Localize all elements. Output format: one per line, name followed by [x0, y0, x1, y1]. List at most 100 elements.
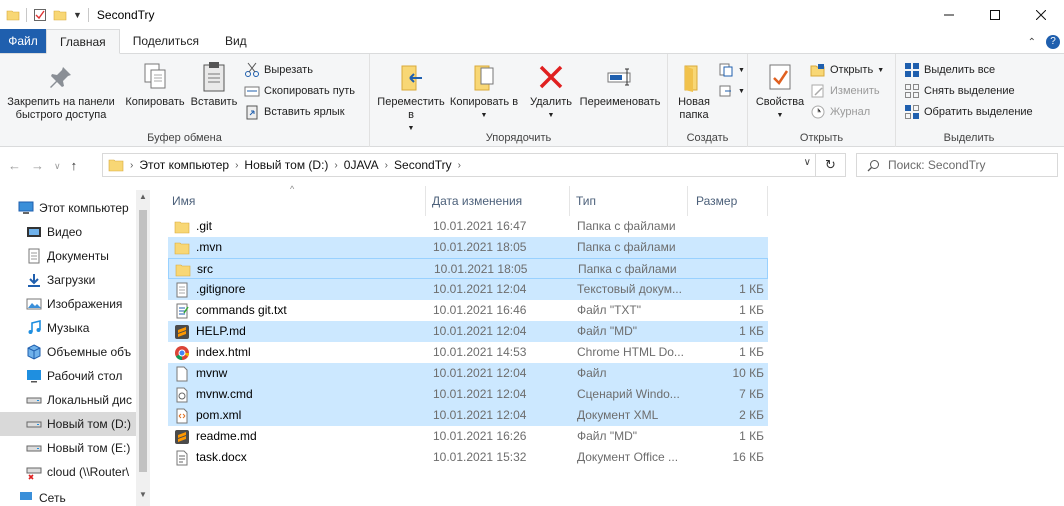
file-row[interactable]: readme.md 10.01.2021 16:26 Файл "MD" 1 КБ: [168, 426, 768, 447]
nav-item-drive-d[interactable]: Новый том (D:): [0, 412, 138, 436]
column-header-name[interactable]: Имя: [168, 186, 426, 216]
breadcrumb-separator-icon[interactable]: ›: [385, 160, 388, 171]
network-drive-icon: [26, 467, 42, 480]
edit-button[interactable]: Изменить: [810, 81, 880, 101]
file-row[interactable]: index.html 10.01.2021 14:53 Chrome HTML Do…: [168, 342, 768, 363]
easy-access-button[interactable]: ▼: [718, 81, 745, 101]
file-row[interactable]: HELP.md 10.01.2021 12:04 Файл "MD" 1 КБ: [168, 321, 768, 342]
copy-path-button[interactable]: Скопировать путь: [244, 81, 355, 101]
select-all-button[interactable]: Выделить все: [904, 60, 995, 80]
minimize-button[interactable]: [926, 0, 972, 30]
new-item-button[interactable]: ▼: [718, 60, 745, 80]
breadcrumb-this-pc[interactable]: Этот компьютер: [139, 158, 229, 172]
up-arrow-icon[interactable]: ↑: [71, 158, 78, 173]
music-icon: [28, 320, 41, 334]
chevron-down-icon[interactable]: ▼: [73, 10, 82, 20]
tab-share[interactable]: Поделиться: [120, 29, 212, 53]
file-row[interactable]: .git 10.01.2021 16:47 Папка с файлами: [168, 216, 768, 237]
file-row[interactable]: pom.xml 10.01.2021 12:04 Документ XML 2 КБ: [168, 405, 768, 426]
invert-selection-icon: [905, 105, 919, 119]
properties-check-icon: [769, 64, 791, 90]
nav-item-cloud[interactable]: cloud (\\Router\: [0, 460, 138, 484]
select-none-button[interactable]: Снять выделение: [904, 81, 1015, 101]
properties-button[interactable]: Свойства ▼: [752, 60, 808, 122]
scroll-up-icon[interactable]: ▲: [136, 192, 150, 201]
paste-shortcut-button[interactable]: Вставить ярлык: [244, 102, 345, 122]
breadcrumb-0java[interactable]: 0JAVA: [344, 158, 379, 172]
file-row[interactable]: mvnw 10.01.2021 12:04 Файл 10 КБ: [168, 363, 768, 384]
tab-home[interactable]: Главная: [46, 29, 120, 54]
new-folder-button[interactable]: Новая папка: [670, 60, 718, 122]
maximize-icon: [990, 10, 1000, 20]
column-header-type[interactable]: Тип: [572, 186, 688, 216]
delete-button[interactable]: Удалить ▼: [522, 60, 580, 122]
copy-button[interactable]: Копировать: [122, 60, 188, 109]
breadcrumb-separator-icon[interactable]: ›: [235, 160, 238, 171]
copy-to-button[interactable]: Копировать в ▼: [448, 60, 520, 122]
column-header-date[interactable]: Дата изменения: [428, 186, 570, 216]
file-row[interactable]: commands git.txt 10.01.2021 16:46 Файл "TX…: [168, 300, 768, 321]
scroll-down-icon[interactable]: ▼: [136, 490, 150, 499]
file-row[interactable]: .mvn 10.01.2021 18:05 Папка с файлами: [168, 237, 768, 258]
nav-item-music[interactable]: Музыка: [0, 316, 138, 340]
tab-file[interactable]: Файл: [0, 29, 46, 53]
properties-icon[interactable]: [33, 8, 47, 22]
history-button[interactable]: Журнал: [810, 102, 870, 122]
paste-button[interactable]: Вставить: [188, 60, 240, 109]
new-folder-icon[interactable]: [53, 8, 67, 22]
nav-item-desktop[interactable]: Рабочий стол: [0, 364, 138, 388]
back-arrow-icon[interactable]: ←: [8, 158, 21, 173]
nav-item-3d-objects[interactable]: Объемные объ: [0, 340, 138, 364]
address-dropdown-icon[interactable]: ∨: [804, 157, 811, 168]
help-icon[interactable]: ?: [1046, 35, 1060, 49]
column-header-size[interactable]: Размер: [692, 186, 768, 216]
file-size: 1 КБ: [739, 324, 764, 338]
nav-item-network[interactable]: Сеть: [0, 490, 138, 506]
file-name: src: [197, 262, 213, 276]
nav-item-video[interactable]: Видео: [0, 220, 138, 244]
folder-icon: [174, 242, 190, 254]
file-row[interactable]: .gitignore 10.01.2021 12:04 Текстовый доку…: [168, 279, 768, 300]
forward-arrow-icon[interactable]: →: [31, 158, 44, 173]
nav-item-drive-e[interactable]: Новый том (E:): [0, 436, 138, 460]
file-row[interactable]: mvnw.cmd 10.01.2021 12:04 Сценарий Windo..…: [168, 384, 768, 405]
chrome-file-icon: [175, 345, 190, 360]
file-row[interactable]: task.docx 10.01.2021 15:32 Документ Office…: [168, 447, 768, 468]
invert-selection-button[interactable]: Обратить выделение: [904, 102, 1033, 122]
search-placeholder: Поиск: SecondTry: [888, 158, 986, 172]
close-button[interactable]: [1018, 0, 1064, 30]
nav-item-documents[interactable]: Документы: [0, 244, 138, 268]
search-icon: [867, 159, 879, 171]
tab-view[interactable]: Вид: [212, 29, 260, 53]
address-bar[interactable]: › Этот компьютер › Новый том (D:) › 0JAV…: [102, 153, 846, 177]
file-row[interactable]: src 10.01.2021 18:05 Папка с файлами: [168, 258, 768, 279]
pc-icon: [18, 201, 34, 214]
breadcrumb-secondtry[interactable]: SecondTry: [394, 158, 452, 172]
nav-scrollbar-thumb[interactable]: [139, 210, 147, 472]
move-to-button[interactable]: Переместить в ▼: [374, 60, 448, 135]
refresh-button[interactable]: ↻: [815, 154, 845, 176]
breadcrumb-drive-d[interactable]: Новый том (D:): [244, 158, 328, 172]
chevron-down-icon: ▼: [480, 112, 488, 119]
group-clipboard: Закрепить на панели быстрого доступа Коп…: [0, 54, 370, 147]
file-name-cell: commands git.txt: [174, 300, 424, 321]
nav-item-this-pc[interactable]: Этот компьютер: [0, 196, 138, 220]
collapse-ribbon-icon[interactable]: ⌃: [1028, 37, 1036, 48]
cut-button[interactable]: Вырезать: [244, 60, 313, 80]
open-button[interactable]: Открыть ▼: [810, 60, 884, 80]
nav-item-pictures[interactable]: Изображения: [0, 292, 138, 316]
nav-item-downloads[interactable]: Загрузки: [0, 268, 138, 292]
rename-button[interactable]: Переименовать: [574, 60, 666, 109]
search-box[interactable]: Поиск: SecondTry: [856, 153, 1058, 177]
pin-quick-access-button[interactable]: Закрепить на панели быстрого доступа: [2, 60, 120, 122]
maximize-button[interactable]: [972, 0, 1018, 30]
breadcrumb-separator-icon[interactable]: ›: [334, 160, 337, 171]
breadcrumb-separator-icon[interactable]: ›: [130, 160, 133, 171]
nav-scrollbar[interactable]: ▲ ▼: [136, 190, 150, 506]
delete-x-icon: [539, 65, 563, 89]
nav-item-local-disk[interactable]: Локальный дис: [0, 388, 138, 412]
recent-chevron-icon[interactable]: ∨: [54, 161, 61, 173]
breadcrumb-separator-icon[interactable]: ›: [458, 160, 461, 171]
file-type: Сценарий Windo...: [577, 387, 680, 401]
file-date: 10.01.2021 16:47: [433, 219, 527, 233]
